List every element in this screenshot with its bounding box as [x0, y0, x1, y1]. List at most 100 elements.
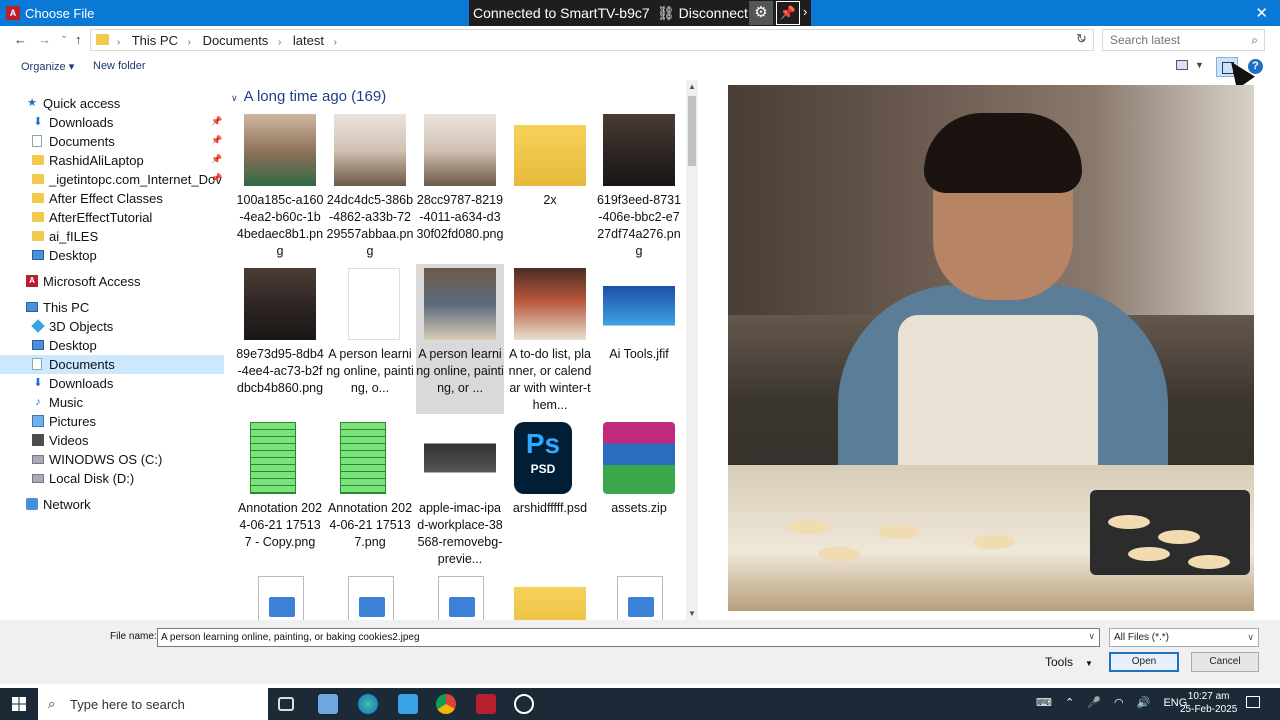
taskbar-search[interactable]: ⌕ Type here to search — [38, 688, 268, 720]
nav-item-3d-objects[interactable]: 3D Objects — [0, 317, 224, 336]
nav-item-documents[interactable]: Documents 📌 — [0, 132, 224, 151]
organize-button[interactable]: Organize ▾ — [21, 60, 74, 73]
download-icon: ⬇ — [33, 377, 43, 389]
file-item[interactable] — [506, 572, 594, 620]
file-item[interactable] — [236, 572, 324, 620]
file-thumbnail — [334, 114, 406, 186]
edge-browser-icon[interactable] — [358, 694, 378, 714]
scroll-up-icon[interactable]: ▲ — [688, 82, 696, 91]
file-item[interactable] — [595, 572, 683, 620]
nav-item-microsoft-access[interactable]: A Microsoft Access — [0, 272, 224, 291]
file-item[interactable]: 100a185c-a160-4ea2-b60c-1b4bedaec8b1.png — [236, 110, 324, 260]
microphone-icon[interactable]: 🎤 — [1087, 697, 1101, 709]
nav-item-aftereffecttutorial[interactable]: AfterEffectTutorial — [0, 208, 224, 227]
file-type-select[interactable]: All Files (*.*) ∨ — [1109, 628, 1259, 647]
file-item[interactable]: 2x — [506, 110, 594, 260]
file-item[interactable]: Ai Tools.jfif — [595, 264, 683, 414]
file-name-combobox[interactable]: ∨ — [157, 628, 1100, 647]
nav-item-label: Network — [43, 497, 91, 512]
new-folder-button[interactable]: New folder — [93, 60, 146, 72]
nav-item-ai-files[interactable]: ai_fILES — [0, 227, 224, 246]
file-item[interactable]: apple-imac-ipad-workplace-38568-removebg… — [416, 418, 504, 568]
scroll-down-icon[interactable]: ▼ — [688, 609, 696, 618]
file-item[interactable]: 24dc4dc5-386b-4862-a33b-7229557abbaa.png — [326, 110, 414, 260]
file-item[interactable]: A person learning online, painting, o... — [326, 264, 414, 414]
windows-start-icon[interactable] — [12, 697, 26, 711]
search-input[interactable] — [1103, 30, 1248, 50]
app-icon[interactable] — [398, 694, 418, 714]
file-thumbnail — [250, 422, 296, 494]
clock[interactable]: 10:27 am 25-Feb-2025 — [1180, 690, 1237, 716]
file-item[interactable]: A to-do list, planner, or calendar with … — [506, 264, 594, 414]
file-item[interactable]: A person learning online, painting, or .… — [416, 264, 504, 414]
breadcrumb-separator[interactable]: › — [278, 37, 281, 48]
settings-gear-icon[interactable]: ⚙ — [749, 1, 773, 25]
chevron-up-icon[interactable]: ⌃ — [1065, 697, 1074, 709]
nav-item-quick-access[interactable]: ★ Quick access — [0, 94, 224, 113]
nav-item-pictures[interactable]: Pictures — [0, 412, 224, 431]
file-item[interactable] — [416, 572, 504, 620]
file-item[interactable]: Annotation 2024-06-21 175137 - Copy.png — [236, 418, 324, 568]
nav-item-music[interactable]: ♪ Music — [0, 393, 224, 412]
cancel-button[interactable]: Cancel — [1191, 652, 1259, 672]
file-thumbnail — [514, 268, 586, 340]
nav-item-downloads[interactable]: ⬇ Downloads 📌 — [0, 113, 224, 132]
disconnect-button[interactable]: ⛓ Disconnect — [657, 5, 748, 22]
back-button[interactable]: ← — [14, 32, 27, 47]
file-item[interactable]: Annotation 2024-06-21 175137.png — [326, 418, 414, 568]
nav-item--igetintopc-com-internet-dov[interactable]: _igetintopc.com_Internet_Dov 📌 — [0, 170, 224, 189]
notepad-icon[interactable] — [318, 694, 338, 714]
up-button[interactable]: ↑ — [75, 32, 82, 47]
nav-item-desktop[interactable]: Desktop — [0, 246, 224, 265]
file-item[interactable]: assets.zip — [595, 418, 683, 568]
address-bar[interactable]: › This PC › Documents › latest › ⌄ — [90, 29, 1094, 51]
nav-item-network[interactable]: Network — [0, 495, 224, 514]
volume-icon[interactable]: 🔊 — [1137, 697, 1151, 709]
forward-button[interactable]: → — [38, 32, 51, 47]
file-item[interactable]: 619f3eed-8731-406e-bbc2-e727df74a276.png — [595, 110, 683, 260]
nav-item-rashidalilaptop[interactable]: RashidAliLaptop 📌 — [0, 151, 224, 170]
search-box[interactable]: ⌕ — [1102, 29, 1265, 51]
nav-item-after-effect-classes[interactable]: After Effect Classes — [0, 189, 224, 208]
clock-time: 10:27 am — [1187, 691, 1230, 702]
pin-icon[interactable]: 📌 — [776, 1, 800, 25]
file-name-input[interactable] — [158, 629, 1078, 646]
folder-icon — [32, 212, 44, 222]
tools-button[interactable]: Tools ▼ — [1045, 655, 1093, 669]
breadcrumb-latest[interactable]: latest — [293, 33, 324, 48]
open-button[interactable]: Open — [1109, 652, 1179, 672]
document-icon — [32, 358, 42, 370]
chevron-down-icon[interactable]: ∨ — [1088, 631, 1095, 642]
nav-item-this-pc[interactable]: This PC — [0, 298, 224, 317]
scroll-thumb[interactable] — [688, 96, 696, 166]
file-item[interactable]: Ps PSD arshidfffff.psd — [506, 418, 594, 568]
nav-item-documents[interactable]: Documents — [0, 355, 224, 374]
nav-item-local-disk-d-[interactable]: Local Disk (D:) — [0, 469, 224, 488]
nav-item-desktop[interactable]: Desktop — [0, 336, 224, 355]
view-options-dropdown[interactable]: ▼ — [1195, 60, 1204, 70]
chevron-right-icon[interactable]: › — [803, 4, 807, 19]
file-list-scrollbar[interactable]: ▲ ▼ — [686, 80, 698, 620]
breadcrumb-this-pc[interactable]: This PC — [132, 33, 178, 48]
close-button[interactable]: ✕ — [1255, 4, 1268, 22]
nav-item-winodws-os-c-[interactable]: WINODWS OS (C:) — [0, 450, 224, 469]
file-item[interactable]: 28cc9787-8219-4011-a634-d330f02fd080.png — [416, 110, 504, 260]
breadcrumb-separator[interactable]: › — [188, 37, 191, 48]
breadcrumb-separator[interactable]: › — [334, 37, 337, 48]
file-item[interactable] — [326, 572, 414, 620]
refresh-icon[interactable]: ↻ — [1076, 31, 1087, 47]
nav-item-videos[interactable]: Videos — [0, 431, 224, 450]
wifi-icon[interactable]: ◠ — [1114, 697, 1124, 709]
nav-item-downloads[interactable]: ⬇ Downloads — [0, 374, 224, 393]
notification-icon[interactable] — [1246, 696, 1260, 708]
recent-locations-button[interactable]: ⌄ — [60, 30, 68, 41]
access-taskbar-icon[interactable] — [476, 694, 496, 714]
change-view-icon[interactable] — [1176, 60, 1188, 70]
task-view-icon[interactable] — [278, 697, 294, 711]
file-item[interactable]: 89e73d95-8db4-4ee4-ac73-b2fdbcb4b860.png — [236, 264, 324, 414]
keyboard-icon[interactable]: ⌨ — [1036, 697, 1052, 709]
breadcrumb-documents[interactable]: Documents — [203, 33, 269, 48]
group-header[interactable]: ∨ A long time ago (169) — [231, 88, 386, 105]
recorder-icon[interactable] — [514, 694, 534, 714]
chrome-icon[interactable] — [436, 694, 456, 714]
